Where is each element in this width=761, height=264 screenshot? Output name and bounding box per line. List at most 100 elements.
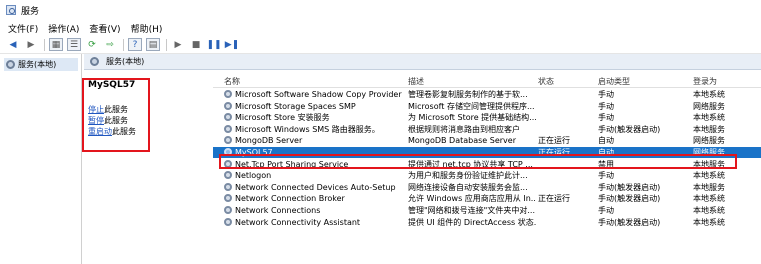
service-startup-type-cell: 手动 [598,206,614,215]
console-tree: 服务(本地) [0,54,82,264]
service-gear-icon [224,171,232,180]
service-gear-icon [224,217,232,226]
service-name-cell: Network Connectivity Assistant [235,217,361,227]
table-row[interactable]: Microsoft Storage Spaces SMP Microsoft 存储… [213,101,761,112]
start-icon[interactable]: ▶ [171,38,185,51]
menu-file[interactable]: 文件(F) [8,22,38,35]
title-bar: 服务 [0,0,761,20]
table-row[interactable]: Netlogon 为用户和服务身份验证维护此计... 手动 本地系统 [213,170,761,181]
back-icon[interactable]: ◀ [6,38,20,51]
table-row[interactable]: Microsoft Store 安装服务 为 Microsoft Store 提供… [213,112,761,123]
help-icon[interactable]: ? [128,38,142,51]
service-startup-type-cell: 手动(触发器启动) [598,194,661,204]
service-logon-cell: 本地系统 [693,90,725,99]
tree-item-label: 服务(本地) [18,60,57,69]
service-startup-type-cell: 手动 [598,171,614,181]
service-description-cell: Microsoft 存储空间管理提供程序... [408,101,535,111]
service-status-cell [538,124,598,135]
menu-action[interactable]: 操作(A) [48,22,79,35]
console-tree-icon[interactable]: ▦ [49,38,63,51]
service-gear-icon [224,113,232,122]
service-description-cell: 管理卷影复制服务制作的基于软... [408,90,528,99]
table-row[interactable]: Network Connectivity Assistant 提供 UI 组件的 … [213,217,761,228]
table-row[interactable]: Microsoft Windows SMS 路由器服务。 根据规则将消息路由到相应… [213,124,761,135]
service-status-cell [538,101,598,112]
column-header-status[interactable]: 状态 [538,76,554,87]
service-description-cell: 提供 UI 组件的 DirectAccess 状态... [408,217,536,227]
toolbar-separator [44,38,45,51]
service-startup-type-cell: 手动(触发器启动) [598,182,661,192]
service-logon-cell: 本地系统 [693,171,725,181]
service-gear-icon [224,101,232,110]
table-row[interactable]: Network Connected Devices Auto-Setup 网络连接… [213,182,761,193]
tree-item-services-local[interactable]: 服务(本地) [4,58,78,71]
pause-icon[interactable]: ❚❚ [206,38,221,51]
service-status-cell: 正在运行 [538,194,570,204]
service-startup-type-cell: 手动 [598,101,614,111]
column-header-logon-as[interactable]: 登录为 [693,76,717,87]
service-startup-type-cell: 手动(触发器启动) [598,124,661,134]
service-gear-icon [224,136,232,145]
table-row[interactable]: Network Connections 管理"网络和拨号连接"文件夹中对... 手动… [213,205,761,216]
services-app-icon [6,5,16,15]
properties-icon[interactable]: ▤ [146,38,160,51]
service-description-cell: 为用户和服务身份验证维护此计... [408,171,528,181]
toolbar-separator [166,38,167,51]
service-description-cell: 允许 Windows 应用商店应用从 In... [408,194,536,204]
pane-header: 服务(本地) [84,54,761,70]
service-logon-cell: 网络服务 [693,101,725,111]
highlight-box-mysql-row [219,154,737,169]
service-status-cell [538,170,598,181]
service-status-cell: 正在运行 [538,136,570,146]
service-status-cell [538,182,598,193]
service-name-cell: Netlogon [235,171,272,181]
service-name-cell: Microsoft Store 安装服务 [235,113,330,123]
service-name-cell: Network Connected Devices Auto-Setup [235,182,396,192]
gear-icon [90,57,99,66]
service-startup-type-cell: 手动 [598,90,614,99]
service-gear-icon [224,182,232,191]
service-logon-cell: 本地系统 [693,206,725,215]
service-logon-cell: 本地系统 [693,194,725,204]
service-name-cell: Microsoft Software Shadow Copy Provider [235,90,402,99]
service-logon-cell: 本地服务 [693,124,725,134]
service-description-cell: 根据规则将消息路由到相应客户 [408,124,520,134]
column-header-description[interactable]: 描述 [408,76,424,87]
service-startup-type-cell: 自动 [598,136,614,146]
service-description-cell: MongoDB Database Server [408,136,516,146]
refresh-icon[interactable]: ⟳ [85,38,99,51]
pane-header-label: 服务(本地) [106,57,145,66]
service-description-cell: 网络连接设备自动安装服务会监... [408,182,528,192]
menu-bar: 文件(F) 操作(A) 查看(V) 帮助(H) [0,20,761,36]
service-status-cell [538,217,598,228]
window-title: 服务 [21,6,40,17]
service-startup-type-cell: 手动 [598,113,614,123]
toolbar-separator [123,38,124,51]
service-startup-type-cell: 手动(触发器启动) [598,217,661,227]
highlight-box-actions [82,78,150,152]
toolbar: ◀ ▶ ▦ ☰ ⟳ ⇨ ? ▤ ▶ ■ ❚❚ ▶❚ [0,36,761,54]
service-logon-cell: 网络服务 [693,136,725,146]
table-row[interactable]: MongoDB Server MongoDB Database Server 正在运… [213,135,761,146]
table-row[interactable]: Network Connection Broker 允许 Windows 应用商店… [213,193,761,204]
forward-icon[interactable]: ▶ [24,38,38,51]
menu-view[interactable]: 查看(V) [89,22,120,35]
service-gear-icon [224,194,232,203]
export-icon[interactable]: ⇨ [103,38,117,51]
service-name-cell: Microsoft Windows SMS 路由器服务。 [235,124,380,134]
service-name-cell: Network Connection Broker [235,194,345,204]
list-icon[interactable]: ☰ [67,38,81,51]
services-table: 名称 描述 状态 启动类型 登录为 Microsoft Software Sha… [213,74,761,264]
service-logon-cell: 本地系统 [693,217,725,227]
service-status-cell [538,205,598,216]
service-name-cell: Microsoft Storage Spaces SMP [235,101,356,111]
service-gear-icon [224,206,232,214]
column-header-startup-type[interactable]: 启动类型 [598,76,630,87]
stop-icon[interactable]: ■ [189,38,203,51]
gear-icon [6,60,15,69]
restart-icon[interactable]: ▶❚ [225,38,239,51]
service-gear-icon [224,124,232,133]
table-row[interactable]: Microsoft Software Shadow Copy Provider 管… [213,89,761,100]
menu-help[interactable]: 帮助(H) [131,22,163,35]
column-header-name[interactable]: 名称 [224,76,240,87]
